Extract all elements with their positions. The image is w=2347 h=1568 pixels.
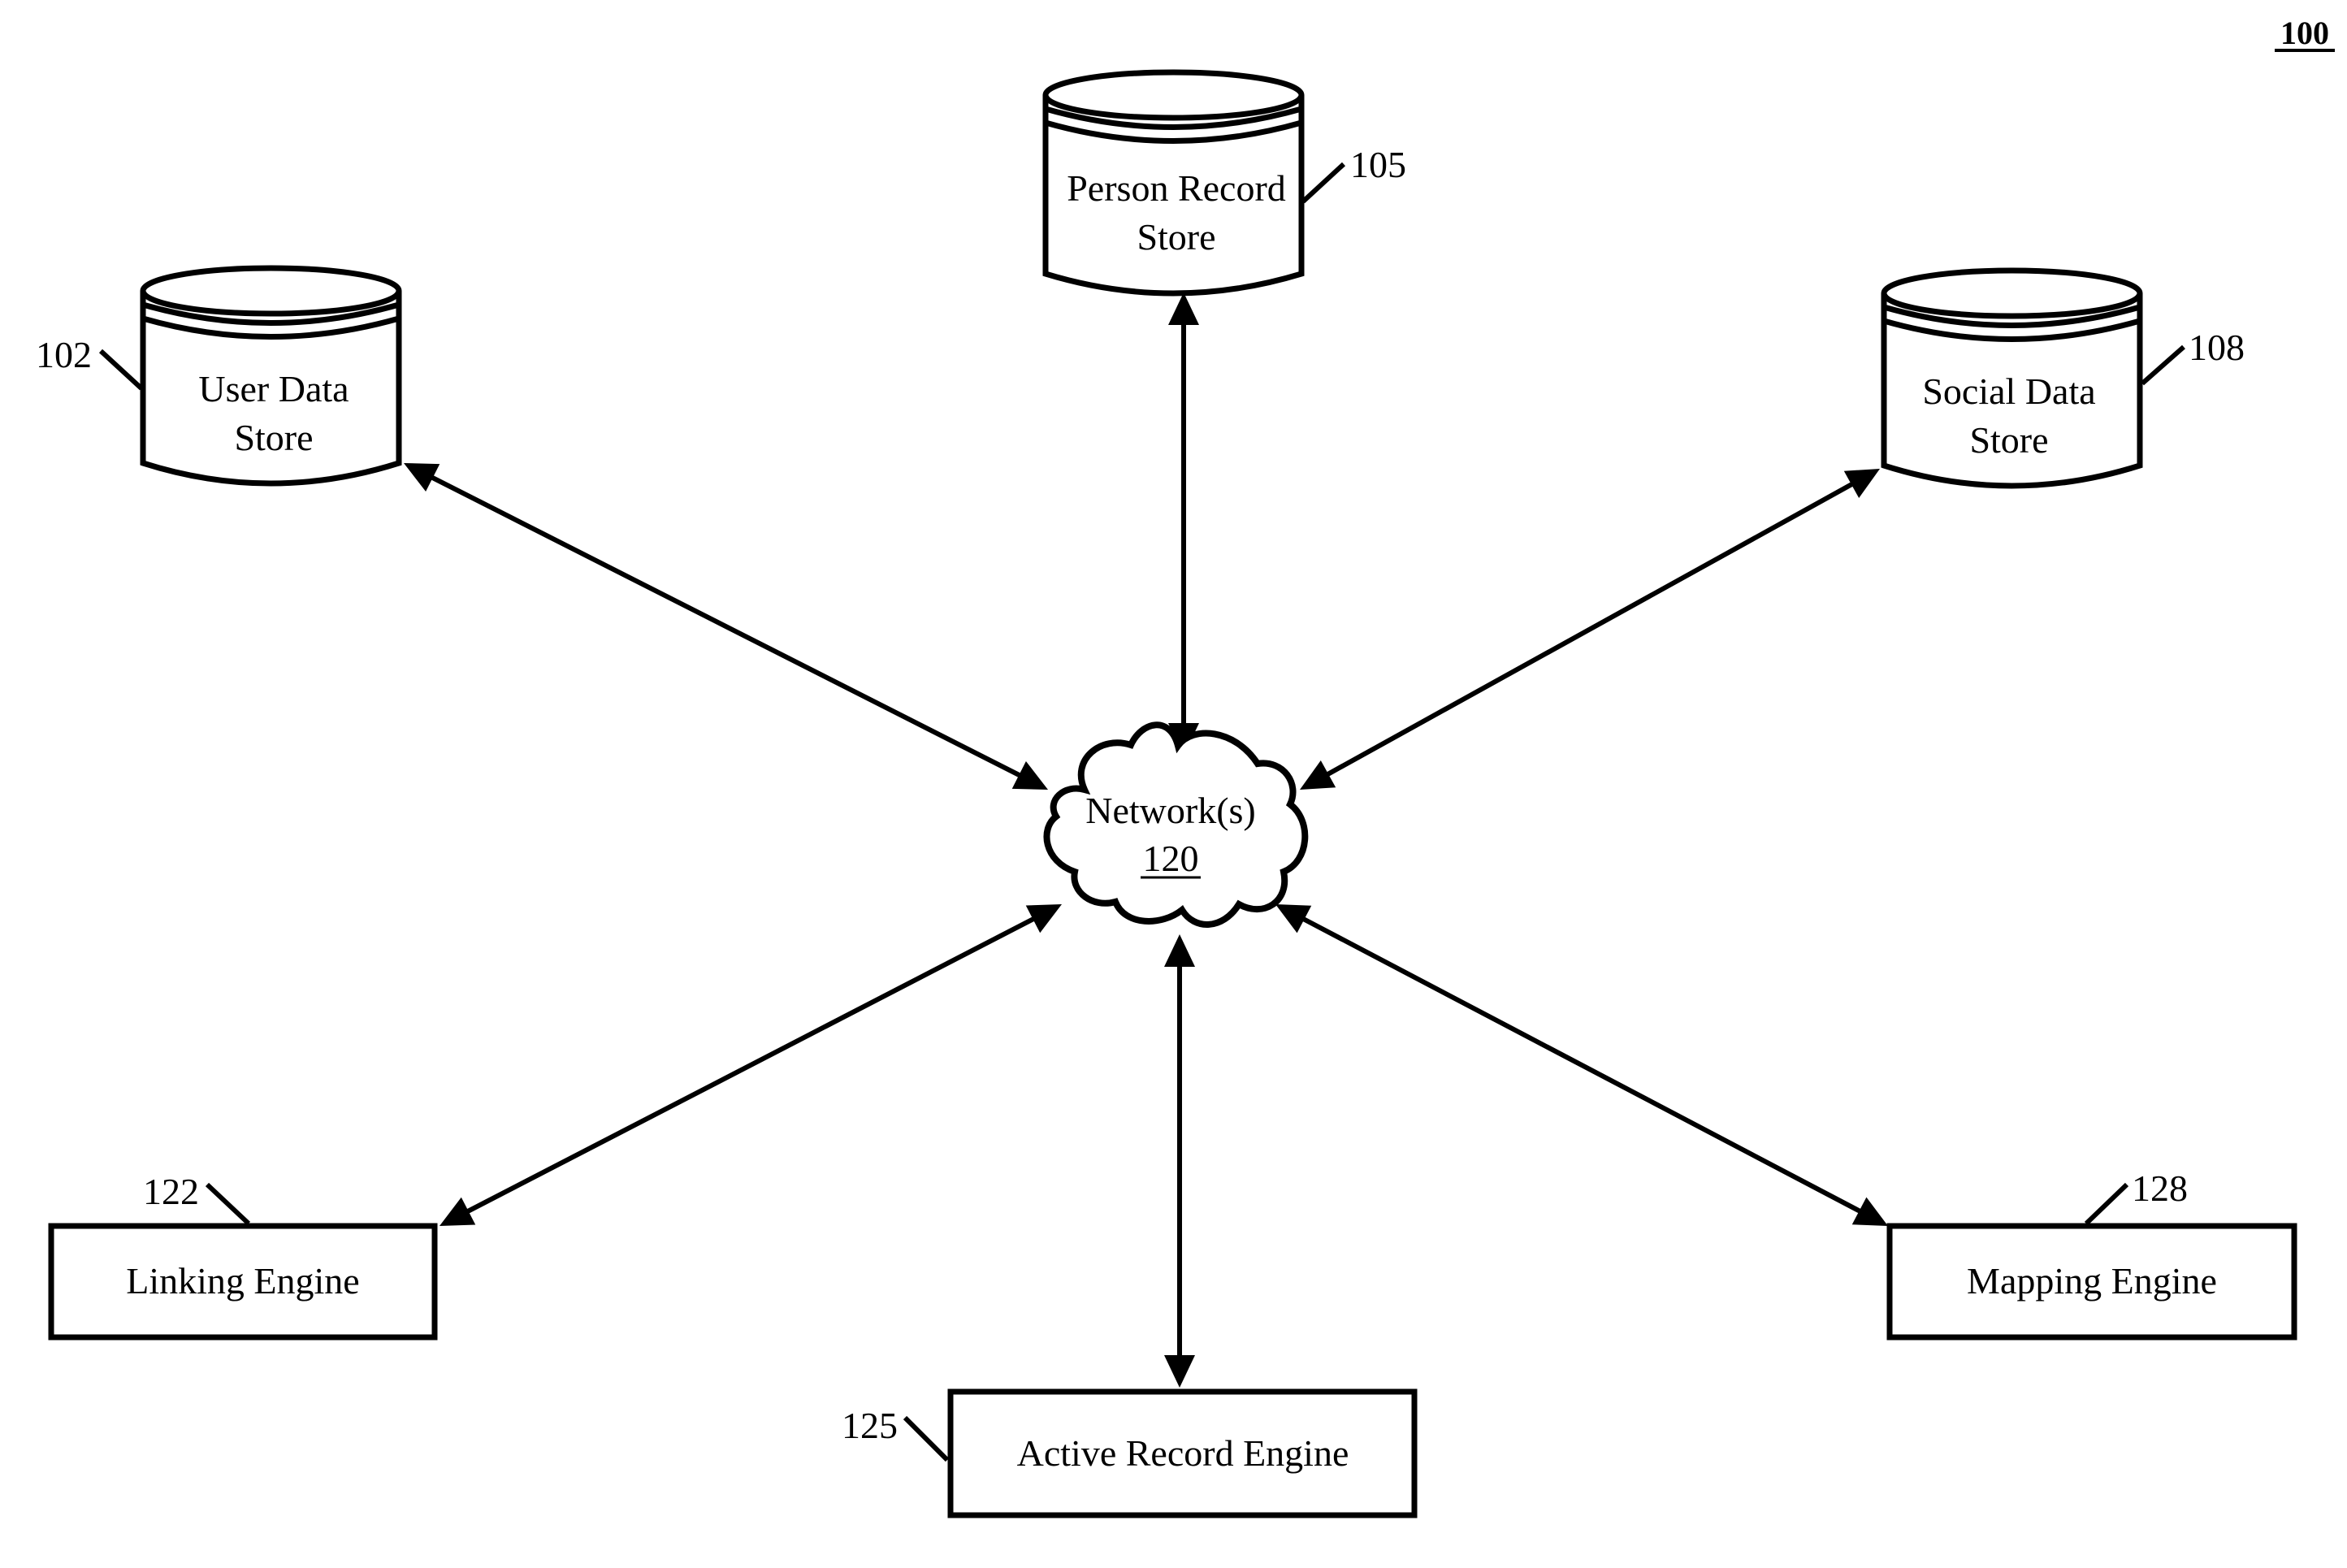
node-label: Network(s) (1085, 790, 1256, 831)
leader-line (903, 1415, 950, 1462)
ref-102: 102 (36, 334, 144, 391)
ref-number: 108 (2189, 327, 2245, 368)
connector-line (464, 915, 1037, 1215)
ref-number: 125 (842, 1405, 898, 1446)
person-record-store[interactable]: Person Record Store (1042, 69, 1305, 297)
node-label: Store (1137, 216, 1215, 258)
node-label: Social Data (1922, 370, 2095, 412)
figure-number: 100 (2275, 15, 2335, 52)
node-label: Store (234, 417, 313, 458)
node-label: Person Record (1067, 167, 1286, 209)
edge-user-data-store-to-network (404, 463, 1048, 790)
leader-line (2084, 1182, 2129, 1226)
social-data-store[interactable]: Social Data Store (1881, 267, 2143, 489)
ref-108: 108 (2141, 327, 2245, 386)
edge-active-record-engine-to-network (1164, 934, 1195, 1388)
ref-number: 102 (36, 334, 92, 375)
ref-122: 122 (143, 1171, 251, 1226)
arrowhead (1164, 1355, 1195, 1388)
connector-line (428, 474, 1024, 779)
arrowhead (1168, 292, 1199, 325)
figure-number-text: 100 (2280, 15, 2329, 51)
ref-number: 120 (1143, 838, 1199, 879)
node-label: Linking Engine (126, 1260, 359, 1302)
ref-number: 122 (143, 1171, 199, 1212)
node-label: User Data (198, 368, 349, 409)
connector-line (1324, 480, 1856, 778)
active-record-engine[interactable]: Active Record Engine (947, 1388, 1418, 1518)
edge-mapping-engine-to-network (1275, 904, 1888, 1226)
linking-engine[interactable]: Linking Engine (48, 1223, 438, 1341)
node-label: Store (1969, 419, 2048, 461)
ref-number: 105 (1350, 144, 1406, 185)
leader-line (205, 1182, 251, 1226)
system-diagram: 100 Person Record Store 105 User Data St… (36, 15, 2335, 1518)
user-data-store[interactable]: User Data Store (140, 265, 402, 487)
leader-line (2141, 344, 2185, 386)
leader-line (1301, 162, 1346, 204)
edge-person-record-store-to-network (1168, 292, 1199, 756)
ref-105: 105 (1301, 144, 1406, 204)
ref-number: 128 (2132, 1167, 2188, 1209)
mapping-engine[interactable]: Mapping Engine (1886, 1223, 2297, 1341)
ref-128: 128 (2084, 1167, 2188, 1226)
node-label: Active Record Engine (1017, 1432, 1349, 1474)
connector-line (1300, 916, 1864, 1215)
network-cloud[interactable]: Network(s) 120 (1043, 721, 1309, 928)
edge-social-data-store-to-network (1300, 469, 1880, 790)
edge-linking-engine-to-network (440, 904, 1062, 1226)
leader-line (98, 349, 144, 391)
node-label: Mapping Engine (1967, 1260, 2217, 1302)
ref-125: 125 (842, 1405, 950, 1462)
arrowhead (1164, 934, 1195, 967)
